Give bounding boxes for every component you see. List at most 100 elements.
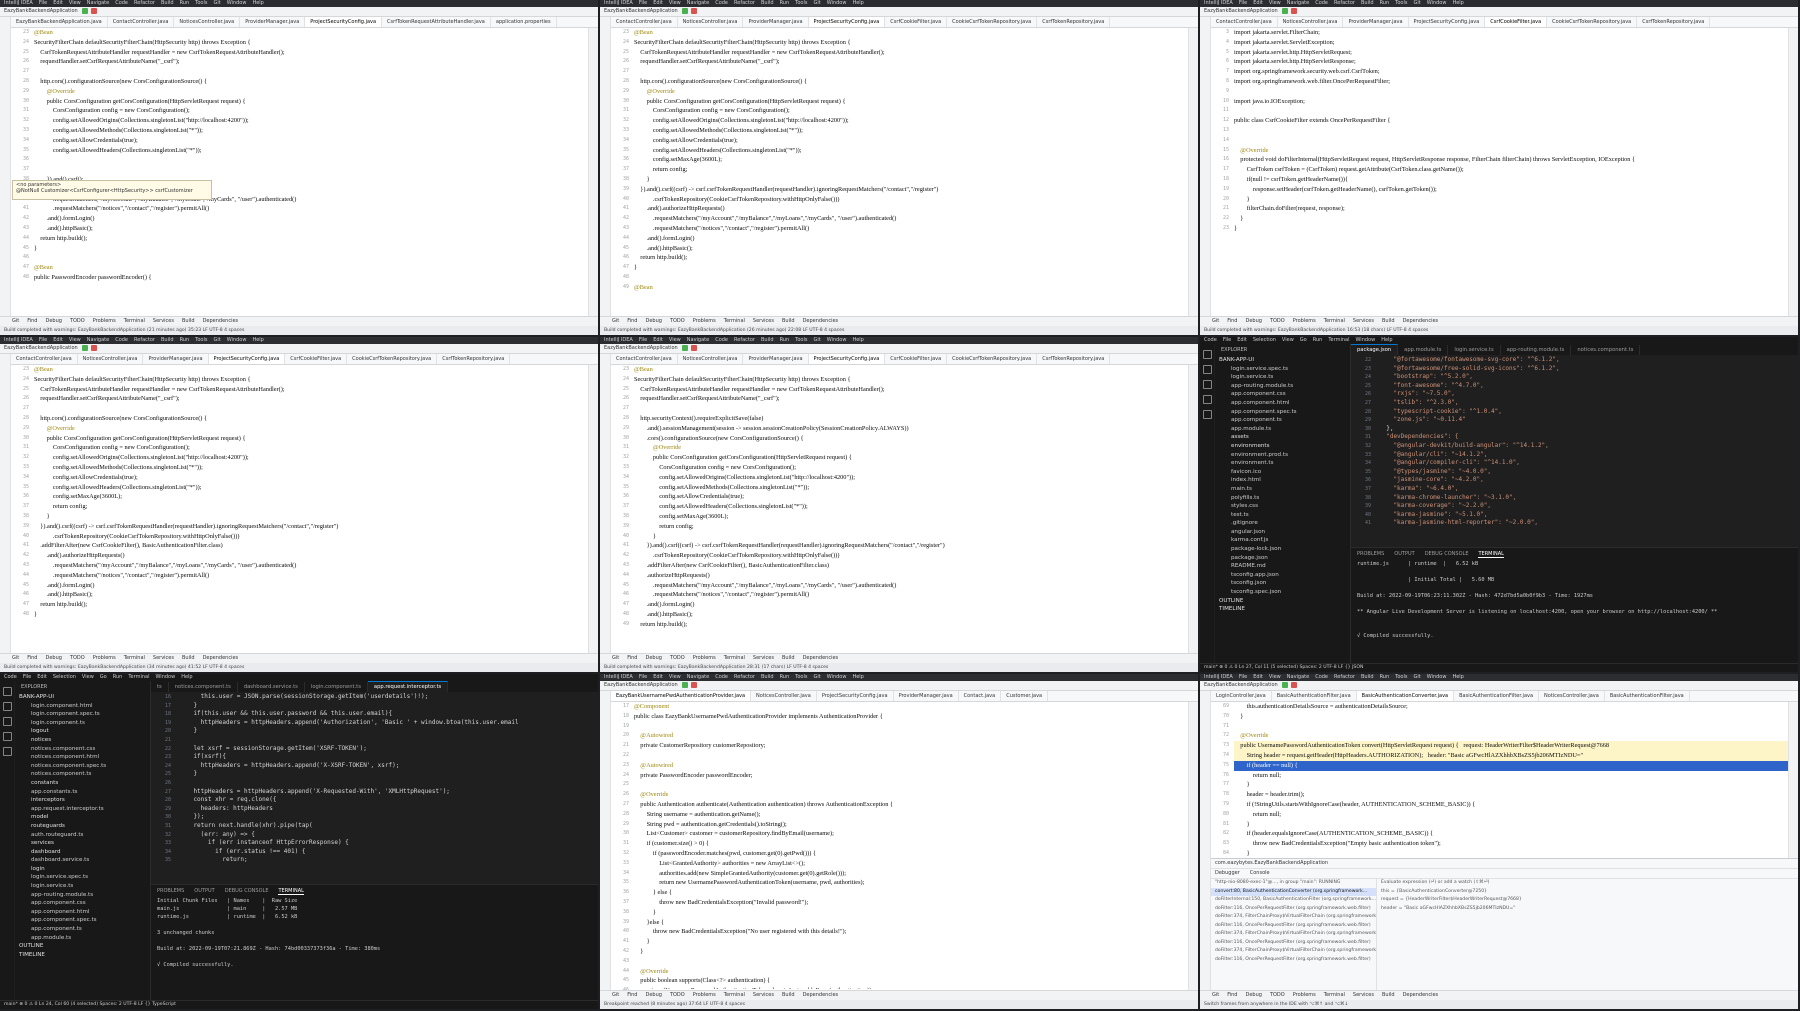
menu-item[interactable]: Help <box>1381 337 1392 343</box>
explorer-item[interactable]: tsconfig.spec.json <box>1215 588 1350 597</box>
editor-tab[interactable]: NoticesController.java <box>1539 691 1605 701</box>
menu-item[interactable]: Git <box>213 0 220 6</box>
tool-window-button[interactable]: Find <box>27 655 37 661</box>
tool-window-button[interactable]: Build <box>182 318 195 324</box>
editor-tab[interactable]: CsrfTokenRepository.java <box>437 354 511 364</box>
stack-frame[interactable]: doFilter:116, OncePerRequestFilter (org.… <box>1211 939 1376 948</box>
debugger-tab[interactable]: Console <box>1250 870 1270 876</box>
tool-window-button[interactable]: Problems <box>693 992 716 998</box>
tool-window-button[interactable]: TODO <box>1270 992 1285 998</box>
explorer-item[interactable]: app.request.interceptor.ts <box>15 805 150 814</box>
explorer-item[interactable]: login.component.html <box>15 702 150 711</box>
run-config-selector[interactable]: EazyBankBackendApplication <box>4 345 78 351</box>
menu-item[interactable]: Window <box>827 674 847 680</box>
explorer-item[interactable]: routeguards <box>15 822 150 831</box>
stop-icon[interactable] <box>1290 681 1297 688</box>
menu-item[interactable]: Tools <box>795 674 807 680</box>
menu-item[interactable]: Build <box>161 337 174 343</box>
explorer-icon[interactable] <box>2 687 12 696</box>
menu-item[interactable]: Tools <box>795 337 807 343</box>
explorer-item[interactable]: tsconfig.app.json <box>1215 571 1350 580</box>
tool-window-button[interactable]: Git <box>1212 318 1219 324</box>
variable-entry[interactable]: this = {BasicAuthenticationConverter@725… <box>1377 888 1798 897</box>
editor-tab[interactable]: BasicAuthenticationConverter.java <box>1356 691 1455 701</box>
editor-tab[interactable]: CsrfTokenRequestAttributeHandler.java <box>382 17 491 27</box>
menu-item[interactable]: Selection <box>1253 337 1276 343</box>
explorer-item[interactable]: app.component.ts <box>15 925 150 934</box>
menu-item[interactable]: Run <box>113 674 123 680</box>
menu-item[interactable]: Git <box>813 674 820 680</box>
menu-item[interactable]: IntelliJ IDEA <box>604 337 633 343</box>
editor-tab[interactable]: CookieCsrfTokenRepository.java <box>1547 17 1638 27</box>
stop-icon[interactable] <box>1290 7 1297 14</box>
menu-item[interactable]: Edit <box>53 0 63 6</box>
run-icon[interactable] <box>81 7 88 14</box>
explorer-item[interactable]: login.service.spec.ts <box>1215 365 1350 374</box>
tool-window-button[interactable]: TODO <box>70 318 85 324</box>
explorer-icon[interactable] <box>1202 350 1212 359</box>
code-editor[interactable]: @Bean SecurityFilterChain defaultSecurity… <box>634 28 1188 315</box>
tool-window-button[interactable]: Build <box>782 655 795 661</box>
explorer-item[interactable]: index.html <box>1215 476 1350 485</box>
extensions-icon[interactable] <box>1202 410 1212 419</box>
menu-item[interactable]: Help <box>852 0 863 6</box>
menu-item[interactable]: IntelliJ IDEA <box>604 0 633 6</box>
tool-window-button[interactable]: Git <box>12 655 19 661</box>
editor-tab[interactable]: ProviderManager.java <box>743 17 809 27</box>
panel-tab[interactable]: OUTPUT <box>1394 551 1414 557</box>
tool-window-button[interactable]: Debug <box>45 318 61 324</box>
right-tool-strip[interactable] <box>588 354 598 654</box>
panel-tab[interactable]: PROBLEMS <box>157 888 184 894</box>
editor-tab[interactable]: ProviderManager.java <box>743 354 809 364</box>
menu-item[interactable]: Window <box>1355 337 1375 343</box>
editor-tab[interactable]: NoticesController.java <box>1278 17 1344 27</box>
editor-tab[interactable]: ProjectSecurityConfig.java <box>208 354 286 364</box>
tool-window-button[interactable]: Find <box>627 992 637 998</box>
explorer-item[interactable]: TIMELINE <box>15 951 150 960</box>
menu-item[interactable]: Run <box>1380 0 1390 6</box>
explorer-item[interactable]: main.ts <box>1215 485 1350 494</box>
tool-window-button[interactable]: Terminal <box>124 655 145 661</box>
menu-item[interactable]: Code <box>115 337 128 343</box>
tool-window-button[interactable]: Services <box>753 992 774 998</box>
menu-item[interactable]: Git <box>1413 674 1420 680</box>
explorer-item[interactable]: package.json <box>1215 554 1350 563</box>
explorer-item[interactable]: karma.conf.js <box>1215 536 1350 545</box>
tool-window-button[interactable]: Debug <box>45 655 61 661</box>
menu-item[interactable]: Tools <box>795 0 807 6</box>
menu-item[interactable]: Code <box>1315 674 1328 680</box>
tool-window-button[interactable]: Problems <box>93 655 116 661</box>
menu-item[interactable]: Refactor <box>734 674 755 680</box>
run-debug-icon[interactable] <box>2 732 12 741</box>
left-tool-strip[interactable] <box>600 691 611 991</box>
tool-window-button[interactable]: Terminal <box>124 318 145 324</box>
menu-item[interactable]: Edit <box>653 0 663 6</box>
extensions-icon[interactable] <box>2 747 12 756</box>
menu-item[interactable]: Window <box>227 0 247 6</box>
stack-frame[interactable]: doFilter:116, OncePerRequestFilter (org.… <box>1211 922 1376 931</box>
menu-item[interactable]: Build <box>761 337 774 343</box>
menu-item[interactable]: Terminal <box>128 674 149 680</box>
menu-item[interactable]: Window <box>227 337 247 343</box>
menu-item[interactable]: Run <box>780 337 790 343</box>
explorer-item[interactable]: constants <box>15 779 150 788</box>
menu-item[interactable]: Edit <box>653 674 663 680</box>
tool-window-button[interactable]: Dependencies <box>803 655 839 661</box>
menu-item[interactable]: Refactor <box>1334 0 1355 6</box>
menu-item[interactable]: File <box>1223 337 1231 343</box>
explorer-item[interactable]: app.component.html <box>1215 399 1350 408</box>
code-editor[interactable]: @Bean SecurityFilterChain defaultSecurity… <box>634 365 1188 652</box>
tool-window-button[interactable]: Debug <box>645 318 661 324</box>
tool-window-button[interactable]: Terminal <box>1324 992 1345 998</box>
menu-item[interactable]: Run <box>1380 674 1390 680</box>
tool-window-button[interactable]: Problems <box>693 318 716 324</box>
tool-window-button[interactable]: Build <box>1382 318 1395 324</box>
evaluate-expression-input[interactable]: Evaluate expression (⏎) or add a watch (… <box>1377 879 1798 888</box>
tool-window-button[interactable]: Problems <box>693 655 716 661</box>
menu-item[interactable]: Code <box>715 0 728 6</box>
menu-item[interactable]: Tools <box>1395 674 1407 680</box>
menu-item[interactable]: IntelliJ IDEA <box>1204 674 1233 680</box>
tool-window-button[interactable]: Dependencies <box>1403 318 1439 324</box>
search-icon[interactable] <box>1202 365 1212 374</box>
left-tool-strip[interactable] <box>600 17 611 317</box>
